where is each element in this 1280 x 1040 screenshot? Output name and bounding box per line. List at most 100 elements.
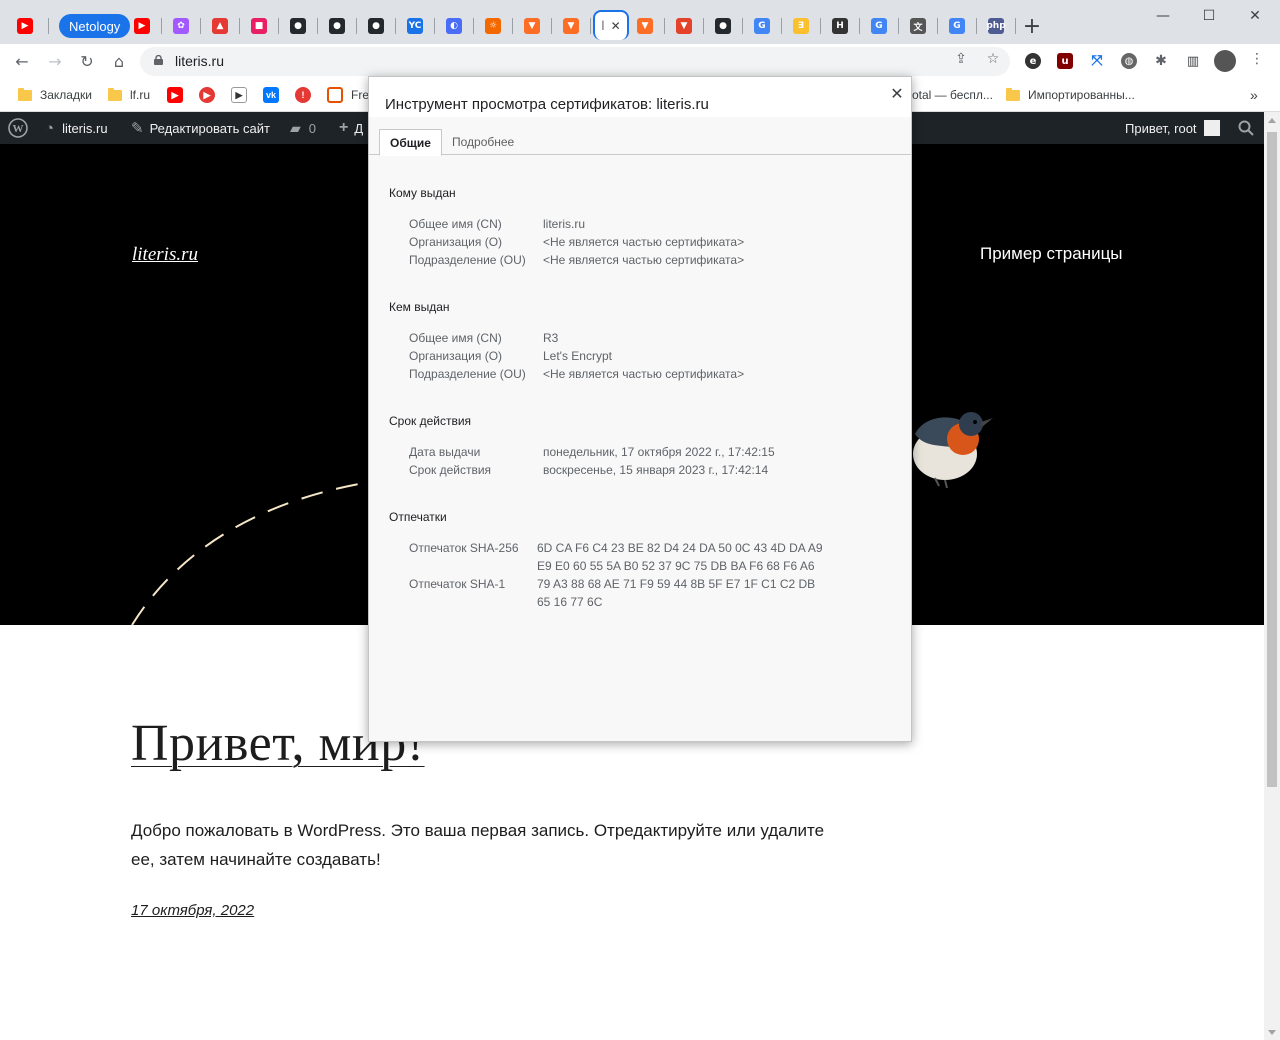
bookmark-red-circle[interactable]: ▶ <box>199 85 215 105</box>
menu-dots-icon[interactable]: ⋮ <box>1248 50 1266 68</box>
browser-tab[interactable]: ● <box>708 8 738 44</box>
bookmark-youtube[interactable]: ▶ <box>167 85 183 105</box>
folder-icon <box>18 87 32 101</box>
browser-tab[interactable]: 文 <box>903 8 933 44</box>
close-window-button[interactable]: ✕ <box>1232 4 1278 28</box>
new-tab-button[interactable]: + <box>1020 14 1044 39</box>
bookmark-star-icon[interactable]: ☆ <box>984 50 1002 68</box>
back-arrow-icon: ← <box>15 51 29 71</box>
translate-favicon-icon: 文 <box>910 18 926 34</box>
tab-youtube[interactable]: ▶ <box>12 8 38 44</box>
issued-by-cn-value: R3 <box>543 331 559 345</box>
browser-tab[interactable]: ● <box>322 8 352 44</box>
bookmark-imported[interactable]: Импортированны... <box>1006 85 1135 105</box>
reload-button[interactable]: ↻ <box>75 49 99 73</box>
tab-details[interactable]: Подробнее <box>442 129 524 155</box>
youtube-icon: ▶ <box>167 87 183 103</box>
google-favicon-icon: G <box>949 18 965 34</box>
home-button[interactable]: ⌂ <box>107 49 131 73</box>
tab-general[interactable]: Общие <box>379 129 442 156</box>
browser-tab[interactable]: ◐ <box>439 8 469 44</box>
wp-edit-label: Редактировать сайт <box>149 120 270 136</box>
share-icon[interactable]: ⇪ <box>952 50 970 68</box>
dialog-close-icon[interactable]: ✕ <box>887 83 907 103</box>
wp-logo-icon[interactable]: W <box>8 112 28 144</box>
gitlab-favicon-icon: ▼ <box>637 18 653 34</box>
page-scrollbar[interactable] <box>1264 112 1280 1040</box>
browser-tab[interactable]: ▼ <box>556 8 586 44</box>
extension-planet-icon[interactable]: ◍ <box>1121 53 1137 69</box>
bookmark-portal[interactable]: otal — беспл... <box>912 85 993 105</box>
bookmark-label: lf.ru <box>130 88 151 102</box>
browser-tab[interactable]: ▶ <box>127 8 157 44</box>
issued-to-o-value: <Не является частью сертификата> <box>543 235 745 249</box>
avatar[interactable] <box>1214 50 1236 72</box>
folder-icon <box>1006 87 1020 101</box>
maximize-button[interactable]: ☐ <box>1186 4 1232 28</box>
browser-tab[interactable]: YC <box>400 8 430 44</box>
issued-by-o-label: Организация (O) <box>409 349 503 363</box>
address-bar[interactable]: literis.ru <box>140 47 1010 76</box>
browser-tab[interactable]: G <box>942 8 972 44</box>
browser-tab[interactable]: ✿ <box>166 8 196 44</box>
ublock-icon[interactable]: u <box>1057 53 1073 69</box>
browser-tab[interactable]: php <box>981 8 1011 44</box>
validity-title: Срок действия <box>389 414 472 428</box>
wp-comments[interactable]: ▰ 0 <box>290 112 316 144</box>
extension-arrows-icon[interactable]: ⤧ <box>1089 53 1105 69</box>
bookmark-fre[interactable]: Fre <box>327 85 369 105</box>
wp-edit-site[interactable]: ✎ Редактировать сайт <box>131 112 270 144</box>
wp-comments-count: 0 <box>308 120 317 136</box>
dashboard-icon: ◔ <box>45 119 55 137</box>
extensions-puzzle-icon[interactable]: ✱ <box>1153 53 1169 69</box>
wp-search-icon[interactable] <box>1238 112 1254 144</box>
wp-new[interactable]: + Д <box>339 112 363 144</box>
bookmark-lf[interactable]: lf.ru <box>108 85 150 105</box>
browser-tab[interactable]: ● <box>361 8 391 44</box>
browser-tab[interactable]: ● <box>283 8 313 44</box>
scroll-thumb[interactable] <box>1267 132 1277 787</box>
bookmark-alert[interactable]: ! <box>295 85 311 105</box>
bookmark-label: otal — беспл... <box>912 88 993 102</box>
browser-tab[interactable]: ▲ <box>205 8 235 44</box>
sha256-label: Отпечаток SHA-256 <box>409 541 519 555</box>
url-text[interactable]: literis.ru <box>175 53 224 69</box>
browser-tab[interactable]: ▼ <box>669 8 699 44</box>
tab-close-icon[interactable]: ✕ <box>611 19 621 33</box>
yc-favicon-icon: YC <box>407 18 423 34</box>
issued-to-title: Кому выдан <box>389 186 456 200</box>
browser-tab[interactable]: ▼ <box>630 8 660 44</box>
tab-netology-label: Netology <box>69 18 121 34</box>
avatar <box>1203 120 1220 136</box>
browser-tab[interactable]: ☼ <box>478 8 508 44</box>
bookmark-zakladki[interactable]: Закладки <box>18 85 92 105</box>
browser-tab[interactable]: ▼ <box>517 8 547 44</box>
bookmark-label: Fre <box>351 88 369 102</box>
browser-tab[interactable]: G <box>864 8 894 44</box>
wp-account[interactable]: Привет, root <box>1125 112 1220 144</box>
minimize-button[interactable]: — <box>1140 4 1186 28</box>
play-circle-icon: ▶ <box>199 87 215 103</box>
bookmark-vk[interactable]: vk <box>263 85 279 105</box>
bookmarks-more-button[interactable]: » <box>1250 85 1258 105</box>
post-date-link[interactable]: 17 октября, 2022 <box>131 902 254 919</box>
bookmark-play[interactable]: ▶ <box>231 85 247 105</box>
scroll-down-icon[interactable] <box>1268 1030 1276 1035</box>
tab-strip: ▶ Netology ▶ ✿ ▲ ■ ● ● ● YC ◐ ☼ ▼ ▼ l ✕ ▼ ▼ ● G ∃ Н G 文 Gph… <box>0 0 1280 44</box>
browser-tab[interactable]: Н <box>825 8 855 44</box>
browser-tab[interactable]: G <box>747 8 777 44</box>
browser-tab[interactable]: ∃ <box>786 8 816 44</box>
play-icon: ▶ <box>231 87 247 103</box>
tab-active[interactable]: l ✕ <box>593 10 629 40</box>
browser-tab[interactable]: ■ <box>244 8 274 44</box>
extension-e-icon[interactable]: e <box>1025 53 1041 69</box>
back-button[interactable]: ← <box>10 49 34 73</box>
wp-site-link[interactable]: ◔ literis.ru <box>45 112 108 144</box>
lock-icon[interactable] <box>154 55 163 65</box>
tab-separator <box>976 18 977 34</box>
side-panel-icon[interactable]: ▥ <box>1185 53 1201 69</box>
scroll-up-icon[interactable] <box>1268 118 1276 123</box>
pink-app-favicon-icon: ■ <box>251 18 267 34</box>
forward-button[interactable]: → <box>43 49 67 73</box>
tab-netology[interactable]: Netology <box>59 14 131 38</box>
